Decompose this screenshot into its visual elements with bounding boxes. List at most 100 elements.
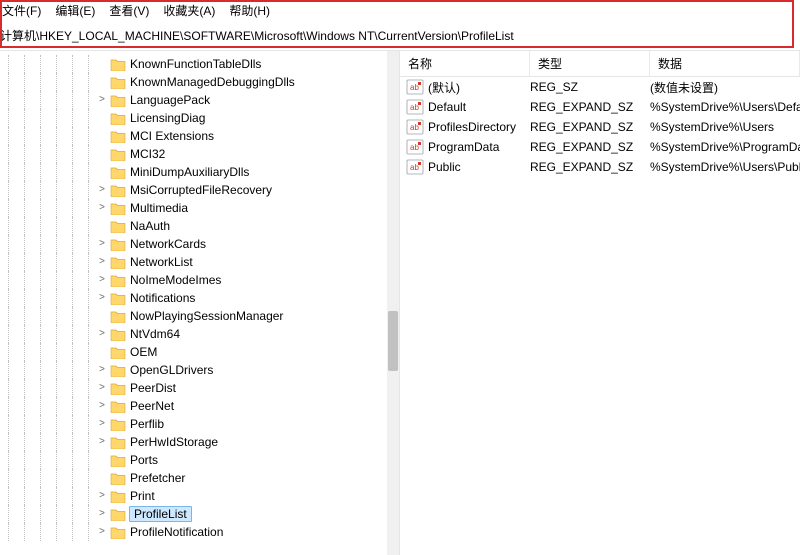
tree-item[interactable]: LicensingDiag xyxy=(0,109,399,127)
folder-icon xyxy=(110,201,126,215)
tree-item[interactable]: OEM xyxy=(0,343,399,361)
value-name: Public xyxy=(428,160,530,174)
expander-icon[interactable]: > xyxy=(96,293,108,304)
menu-help[interactable]: 帮助(H) xyxy=(229,2,270,19)
folder-icon xyxy=(110,453,126,467)
value-data: %SystemDrive%\Users\Default xyxy=(650,100,800,114)
tree-item[interactable]: > Print xyxy=(0,487,399,505)
tree-item[interactable]: > ProfileList xyxy=(0,505,399,523)
tree-item-label: NoImeModeImes xyxy=(130,273,227,287)
tree-scrollbar[interactable] xyxy=(387,51,399,555)
menu-view[interactable]: 查看(V) xyxy=(109,2,149,19)
tree-item-label: MiniDumpAuxiliaryDlls xyxy=(130,165,255,179)
tree-item[interactable]: > PeerDist xyxy=(0,379,399,397)
expander-icon[interactable]: > xyxy=(96,365,108,376)
value-type: REG_EXPAND_SZ xyxy=(530,140,650,154)
tree-pane: KnownFunctionTableDlls KnownManagedDebug… xyxy=(0,51,400,555)
tree-item[interactable]: Prefetcher xyxy=(0,469,399,487)
tree-item[interactable]: > LanguagePack xyxy=(0,91,399,109)
tree-scrollbar-thumb[interactable] xyxy=(388,311,398,371)
expander-icon[interactable]: > xyxy=(96,95,108,106)
folder-icon xyxy=(110,309,126,323)
folder-icon xyxy=(110,417,126,431)
registry-tree[interactable]: KnownFunctionTableDlls KnownManagedDebug… xyxy=(0,51,399,545)
value-type: REG_EXPAND_SZ xyxy=(530,160,650,174)
tree-item-label: Print xyxy=(130,489,161,503)
folder-icon xyxy=(110,273,126,287)
tree-item[interactable]: Ports xyxy=(0,451,399,469)
value-data: %SystemDrive%\ProgramData xyxy=(650,140,800,154)
tree-item-label: PerHwIdStorage xyxy=(130,435,224,449)
folder-icon xyxy=(110,327,126,341)
value-row[interactable]: ab PublicREG_EXPAND_SZ%SystemDrive%\User… xyxy=(400,157,800,177)
tree-item[interactable]: > Notifications xyxy=(0,289,399,307)
value-data: %SystemDrive%\Users\Public xyxy=(650,160,800,174)
tree-item[interactable]: NaAuth xyxy=(0,217,399,235)
tree-item[interactable]: > NetworkCards xyxy=(0,235,399,253)
expander-icon[interactable]: > xyxy=(96,203,108,214)
tree-item[interactable]: > PeerNet xyxy=(0,397,399,415)
expander-icon[interactable]: > xyxy=(96,437,108,448)
tree-item-label: Perflib xyxy=(130,417,170,431)
main-split: KnownFunctionTableDlls KnownManagedDebug… xyxy=(0,50,800,555)
tree-item[interactable]: > NetworkList xyxy=(0,253,399,271)
tree-item[interactable]: > Multimedia xyxy=(0,199,399,217)
tree-item[interactable]: > NtVdm64 xyxy=(0,325,399,343)
tree-item[interactable]: MCI Extensions xyxy=(0,127,399,145)
folder-icon xyxy=(110,129,126,143)
value-row[interactable]: ab ProfilesDirectoryREG_EXPAND_SZ%System… xyxy=(400,117,800,137)
expander-icon[interactable]: > xyxy=(96,257,108,268)
menu-favorites[interactable]: 收藏夹(A) xyxy=(163,2,215,19)
col-header-data[interactable]: 数据 xyxy=(650,51,800,76)
values-list[interactable]: ab (默认)REG_SZ(数值未设置) ab DefaultREG_EXPAN… xyxy=(400,77,800,177)
value-row[interactable]: ab (默认)REG_SZ(数值未设置) xyxy=(400,77,800,97)
expander-icon[interactable]: > xyxy=(96,401,108,412)
string-value-icon: ab xyxy=(406,159,424,175)
menu-edit[interactable]: 编辑(E) xyxy=(55,2,95,19)
tree-item-label: LicensingDiag xyxy=(130,111,211,125)
tree-item-label: MsiCorruptedFileRecovery xyxy=(130,183,278,197)
folder-icon xyxy=(110,489,126,503)
string-value-icon: ab xyxy=(406,119,424,135)
value-row[interactable]: ab DefaultREG_EXPAND_SZ%SystemDrive%\Use… xyxy=(400,97,800,117)
tree-item[interactable]: > OpenGLDrivers xyxy=(0,361,399,379)
value-name: (默认) xyxy=(428,79,530,96)
folder-icon xyxy=(110,525,126,539)
tree-item-label: MCI32 xyxy=(130,147,171,161)
expander-icon[interactable]: > xyxy=(96,527,108,538)
value-data: %SystemDrive%\Users xyxy=(650,120,800,134)
expander-icon[interactable]: > xyxy=(96,491,108,502)
tree-item-label: KnownManagedDebuggingDlls xyxy=(130,75,301,89)
tree-item[interactable]: > NoImeModeImes xyxy=(0,271,399,289)
tree-item-label: MCI Extensions xyxy=(130,129,220,143)
expander-icon[interactable]: > xyxy=(96,419,108,430)
values-pane: 名称 类型 数据 ab (默认)REG_SZ(数值未设置) ab Default… xyxy=(400,51,800,555)
tree-item[interactable]: NowPlayingSessionManager xyxy=(0,307,399,325)
tree-item-label: OEM xyxy=(130,345,163,359)
value-row[interactable]: ab ProgramDataREG_EXPAND_SZ%SystemDrive%… xyxy=(400,137,800,157)
expander-icon[interactable]: > xyxy=(96,329,108,340)
tree-item-label: NaAuth xyxy=(130,219,176,233)
col-header-type[interactable]: 类型 xyxy=(530,51,650,76)
expander-icon[interactable]: > xyxy=(96,239,108,250)
string-value-icon: ab xyxy=(406,99,424,115)
menu-file[interactable]: 文件(F) xyxy=(2,2,41,19)
expander-icon[interactable]: > xyxy=(96,185,108,196)
expander-icon[interactable]: > xyxy=(96,275,108,286)
tree-item[interactable]: KnownFunctionTableDlls xyxy=(0,55,399,73)
tree-item[interactable]: > Perflib xyxy=(0,415,399,433)
folder-icon xyxy=(110,57,126,71)
expander-icon[interactable]: > xyxy=(96,509,108,520)
tree-item[interactable]: MiniDumpAuxiliaryDlls xyxy=(0,163,399,181)
tree-item-label: PeerDist xyxy=(130,381,182,395)
expander-icon[interactable]: > xyxy=(96,383,108,394)
col-header-name[interactable]: 名称 xyxy=(400,51,530,76)
tree-item[interactable]: > PerHwIdStorage xyxy=(0,433,399,451)
tree-item[interactable]: MCI32 xyxy=(0,145,399,163)
tree-item[interactable]: > ProfileNotification xyxy=(0,523,399,541)
tree-item-label: ProfileList xyxy=(129,506,192,522)
value-name: ProgramData xyxy=(428,140,530,154)
address-bar[interactable]: 计算机\HKEY_LOCAL_MACHINE\SOFTWARE\Microsof… xyxy=(0,23,800,50)
tree-item[interactable]: > MsiCorruptedFileRecovery xyxy=(0,181,399,199)
tree-item[interactable]: KnownManagedDebuggingDlls xyxy=(0,73,399,91)
